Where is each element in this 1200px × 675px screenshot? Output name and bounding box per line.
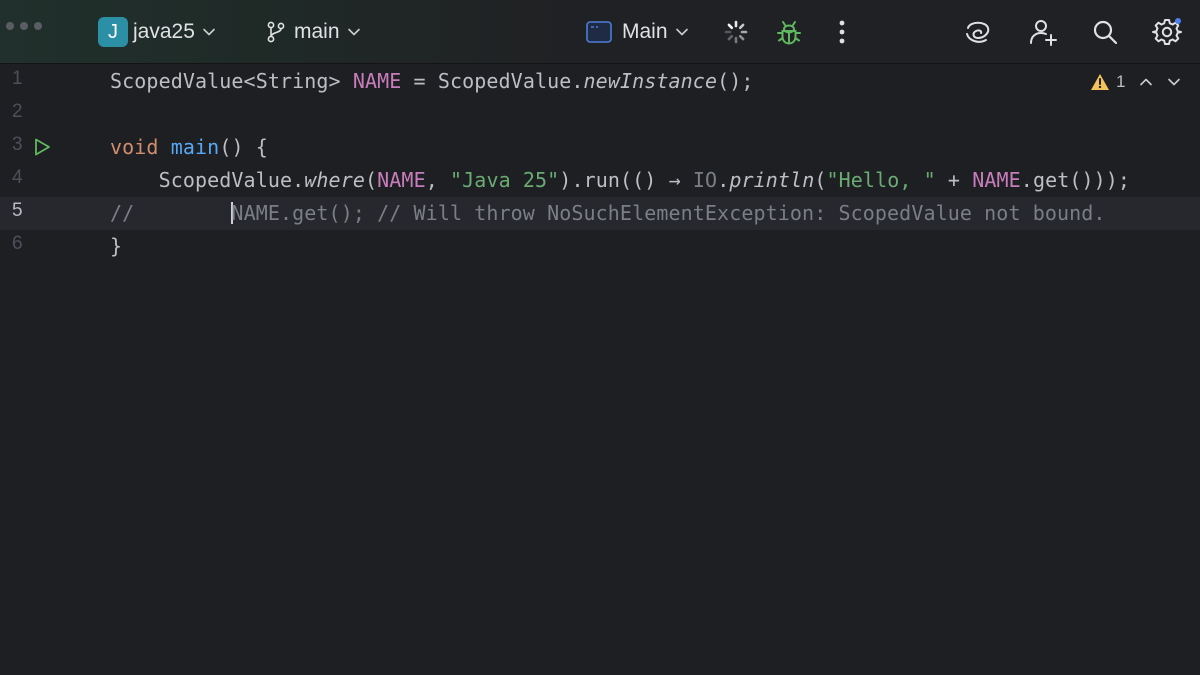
project-selector[interactable]: J java25 — [98, 16, 216, 48]
code-token: void — [110, 135, 159, 159]
code-token: ).run(() — [559, 168, 669, 192]
line-number: 4 — [12, 167, 23, 188]
debug-bug-icon[interactable] — [772, 15, 806, 49]
code-token: . — [717, 168, 730, 192]
run-config-icon — [586, 21, 612, 43]
code-text: ScopedValue.where(NAME, "Java 25").run((… — [110, 168, 1130, 192]
add-user-icon[interactable] — [1026, 15, 1060, 49]
ai-assistant-icon[interactable] — [961, 15, 995, 49]
line-number: 3 — [12, 134, 23, 155]
line-number: 5 — [12, 200, 23, 221]
code-token: "Hello, " — [826, 168, 936, 192]
code-token: + — [935, 168, 973, 192]
code-line[interactable]: 6 } — [0, 230, 1200, 263]
code-token: } — [110, 234, 123, 258]
loading-spinner-icon[interactable] — [719, 15, 753, 49]
chevron-down-icon — [675, 28, 688, 36]
code-token: ( — [364, 168, 378, 192]
code-line[interactable]: 1 ScopedValue<String> NAME = ScopedValue… — [0, 65, 1200, 98]
search-icon[interactable] — [1088, 15, 1122, 49]
code-text: } — [110, 234, 122, 258]
code-token: () { — [219, 135, 268, 159]
dot — [34, 22, 42, 30]
line-number: 6 — [12, 233, 23, 254]
code-token: newInstance — [583, 69, 718, 93]
code-token: ScopedValue. — [110, 168, 305, 192]
code-token: → — [668, 168, 681, 192]
run-gutter-icon[interactable] — [32, 137, 52, 157]
code-token: ( — [814, 168, 827, 192]
code-token: where — [304, 168, 365, 192]
more-vertical-icon[interactable] — [825, 15, 859, 49]
code-text: // NAME.get(); // Will throw NoSuchEleme… — [110, 201, 1106, 225]
settings-gear-icon[interactable] — [1150, 15, 1184, 49]
code-token: (); — [717, 69, 754, 93]
code-token: "Java 25" — [450, 168, 560, 192]
window-dots-icon[interactable] — [6, 22, 42, 30]
git-branch-icon — [267, 21, 285, 43]
ide-window: J java25 main Main 1 1 ScopedValue<Strin… — [0, 0, 1200, 675]
code-token: println — [729, 168, 815, 192]
code-token: , — [425, 168, 451, 192]
code-token: NAME — [352, 69, 402, 93]
dot — [20, 22, 28, 30]
project-badge: J — [98, 17, 128, 47]
main-toolbar: J java25 main Main — [0, 0, 1200, 64]
code-token: = ScopedValue. — [401, 69, 584, 93]
chevron-down-icon — [347, 28, 360, 36]
code-token: ScopedValue<String> — [110, 69, 353, 93]
line-number: 1 — [12, 68, 23, 89]
dot — [6, 22, 14, 30]
code-text: void main() { — [110, 135, 268, 159]
code-token: NAME.get(); // Will throw NoSuchElementE… — [231, 201, 1106, 225]
code-line[interactable]: 3 void main() { — [0, 131, 1200, 164]
code-line[interactable]: 2 — [0, 98, 1200, 131]
line-number: 2 — [12, 101, 23, 122]
code-token: NAME — [972, 168, 1021, 192]
code-editor[interactable]: 1 1 ScopedValue<String> NAME = ScopedVal… — [0, 64, 1200, 675]
code-line[interactable]: 4 ScopedValue.where(NAME, "Java 25").run… — [0, 164, 1200, 197]
code-line-current[interactable]: 5 // NAME.get(); // Will throw NoSuchEle… — [0, 197, 1200, 230]
code-token: NAME — [377, 168, 426, 192]
run-config-name: Main — [622, 20, 668, 43]
code-token: main — [170, 135, 220, 159]
code-text: ScopedValue<String> NAME = ScopedValue.n… — [110, 69, 754, 93]
code-token: .get())); — [1020, 168, 1131, 192]
chevron-down-icon — [203, 28, 215, 36]
code-token: IO — [692, 168, 718, 192]
branch-name: main — [294, 20, 340, 43]
run-configuration-selector[interactable]: Main — [586, 16, 689, 48]
project-name: java25 — [133, 20, 195, 43]
vcs-branch-selector[interactable]: main — [266, 16, 369, 48]
notification-dot — [1175, 18, 1181, 24]
code-token: // — [110, 201, 232, 225]
